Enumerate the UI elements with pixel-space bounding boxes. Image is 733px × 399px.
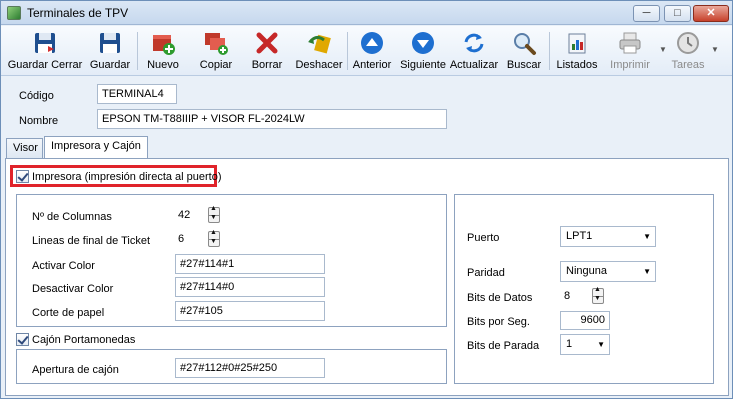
toolbar-separator <box>137 32 138 70</box>
print-dropdown-caret[interactable]: ▼ <box>659 45 667 54</box>
previous-icon <box>359 30 385 56</box>
close-button[interactable]: ✕ <box>693 5 729 22</box>
bits-seg-label: Bits por Seg. <box>467 316 530 328</box>
next-button[interactable]: Siguiente <box>399 28 447 74</box>
nombre-field[interactable]: EPSON TM-T88IIIP + VISOR FL-2024LW <box>97 109 447 129</box>
bits-parada-select-value: 1 <box>566 338 573 350</box>
desactivar-color-label: Desactivar Color <box>32 283 114 295</box>
cajon-checkbox-label: Cajón Portamonedas <box>32 334 136 346</box>
lineas-label: Lineas de final de Ticket <box>32 235 151 247</box>
reports-button[interactable]: Listados <box>554 28 600 74</box>
puerto-select-value: LPT1 <box>566 230 593 242</box>
cajon-checkbox[interactable] <box>16 333 29 346</box>
bits-seg-field[interactable]: 9600 <box>560 311 610 330</box>
refresh-icon <box>461 30 487 56</box>
activar-color-label: Activar Color <box>32 260 95 272</box>
corte-papel-label: Corte de papel <box>32 307 105 319</box>
tasks-dropdown-caret[interactable]: ▼ <box>711 45 719 54</box>
puerto-select[interactable]: LPT1 ▼ <box>560 226 656 247</box>
puerto-label: Puerto <box>467 232 500 244</box>
chevron-down-icon: ▼ <box>597 340 605 349</box>
print-button[interactable]: Imprimir <box>605 28 655 74</box>
delete-button[interactable]: Borrar <box>249 28 285 74</box>
tasks-icon <box>675 30 701 56</box>
search-button[interactable]: Buscar <box>506 28 542 74</box>
paridad-label: Paridad <box>467 267 505 279</box>
minimize-button[interactable]: ─ <box>633 5 660 22</box>
print-icon <box>617 30 643 56</box>
desactivar-color-field[interactable]: #27#114#0 <box>175 277 325 297</box>
undo-icon <box>306 30 332 56</box>
toolbar-separator <box>549 32 550 70</box>
save-button[interactable]: Guardar <box>89 28 131 74</box>
refresh-button[interactable]: Actualizar <box>449 28 499 74</box>
activar-color-field[interactable]: #27#114#1 <box>175 254 325 274</box>
maximize-button[interactable]: □ <box>664 5 691 22</box>
window: Terminales de TPV ─ □ ✕ Guardar Cerrar G… <box>0 0 733 399</box>
save-icon <box>97 30 123 56</box>
tab-impresora-cajon[interactable]: Impresora y Cajón <box>44 136 148 159</box>
impresora-checkbox-label: Impresora (impresión directa al puerto) <box>32 171 222 183</box>
paridad-select[interactable]: Ninguna ▼ <box>560 261 656 282</box>
chevron-down-icon: ▼ <box>643 232 651 241</box>
app-icon <box>7 6 21 20</box>
bits-datos-spinner[interactable] <box>592 286 604 304</box>
save-close-button[interactable]: Guardar Cerrar <box>5 28 85 74</box>
new-button[interactable]: Nuevo <box>144 28 182 74</box>
bits-datos-value[interactable]: 8 <box>564 286 570 306</box>
lineas-spinner[interactable] <box>208 229 220 247</box>
codigo-field[interactable]: TERMINAL4 <box>97 84 177 104</box>
bits-parada-select[interactable]: 1 ▼ <box>560 334 610 355</box>
undo-button[interactable]: Deshacer <box>295 28 343 74</box>
reports-icon <box>564 30 590 56</box>
new-icon <box>150 30 176 56</box>
bits-datos-label: Bits de Datos <box>467 292 533 304</box>
apertura-cajon-label: Apertura de cajón <box>32 364 119 376</box>
save-close-icon <box>32 30 58 56</box>
corte-papel-field[interactable]: #27#105 <box>175 301 325 321</box>
impresora-checkbox[interactable] <box>16 170 29 183</box>
columnas-label: Nº de Columnas <box>32 211 112 223</box>
codigo-label: Código <box>19 90 54 102</box>
window-title: Terminales de TPV <box>27 6 129 20</box>
next-icon <box>410 30 436 56</box>
bits-parada-label: Bits de Parada <box>467 340 540 352</box>
toolbar: Guardar Cerrar Guardar Nuevo Copiar Borr… <box>1 26 732 76</box>
columnas-spinner[interactable] <box>208 205 220 223</box>
search-icon <box>511 30 537 56</box>
nombre-label: Nombre <box>19 115 59 127</box>
port-settings-group <box>454 194 714 384</box>
copy-icon <box>203 30 229 56</box>
toolbar-separator <box>347 32 348 70</box>
columnas-value[interactable]: 42 <box>178 205 190 225</box>
tab-visor[interactable]: Visor <box>6 138 43 159</box>
tasks-button[interactable]: Tareas <box>668 28 708 74</box>
delete-icon <box>254 30 280 56</box>
apertura-cajon-field[interactable]: #27#112#0#25#250 <box>175 358 325 378</box>
lineas-value[interactable]: 6 <box>178 229 184 249</box>
chevron-down-icon: ▼ <box>643 267 651 276</box>
copy-button[interactable]: Copiar <box>196 28 236 74</box>
paridad-select-value: Ninguna <box>566 265 607 277</box>
title-bar: Terminales de TPV ─ □ ✕ <box>1 1 732 25</box>
previous-button[interactable]: Anterior <box>351 28 393 74</box>
